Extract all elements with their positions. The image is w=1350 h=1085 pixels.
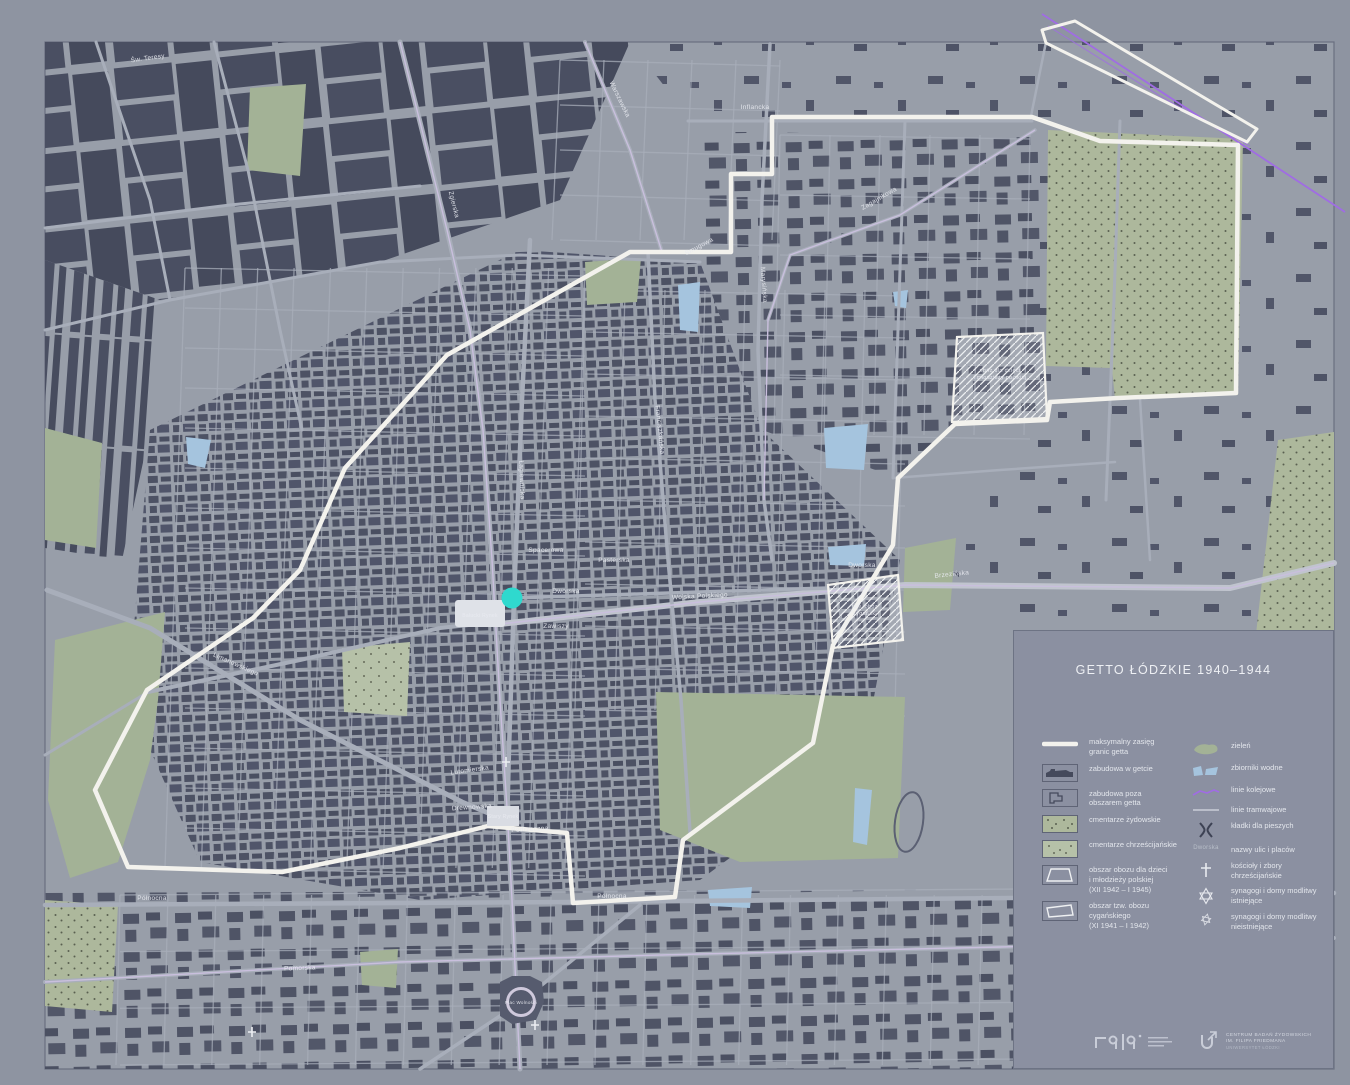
university-logo: CENTRUM BADAŃ ŻYDOWSKICH IM. FILIPA FRIE…: [1198, 1029, 1311, 1053]
svg-text:Północna: Północna: [137, 895, 167, 902]
map-poster: obóz dla dzieci i młodzieży polskiej tzw. …: [0, 0, 1350, 1085]
legend-item-street-names: Dworska nazwy ulic i placów: [1190, 845, 1332, 855]
legend-item-christian-cemeteries: cmentarze chrześcijańskie: [1042, 840, 1194, 858]
legend-item-ghetto-boundary: maksymalny zasięg granic getta: [1042, 737, 1194, 757]
railway-swatch: [1190, 785, 1222, 799]
svg-text:Pomorska: Pomorska: [284, 964, 316, 972]
svg-text:Pasterska: Pasterska: [598, 557, 630, 564]
legend-right-column: zieleń zbiorniki wodne linie kolejowe li…: [1190, 741, 1332, 932]
project-logo: [1092, 1029, 1176, 1055]
svg-text:Dworska: Dworska: [552, 588, 579, 595]
street-name-sample: Dworska: [1193, 845, 1219, 851]
svg-text:cygański: cygański: [853, 611, 877, 617]
christian-cemeteries-swatch: [1042, 840, 1080, 858]
water-swatch: [1190, 763, 1222, 779]
svg-text:Łagiewnicka: Łagiewnicka: [517, 460, 525, 499]
credit-line: UNIWERSYTET ŁÓDZKI: [1226, 1044, 1280, 1050]
legend-credits: CENTRUM BADAŃ ŻYDOWSKICH IM. FILIPA FRIE…: [1092, 1029, 1311, 1055]
svg-text:Plac Wolności: Plac Wolności: [505, 1000, 537, 1005]
svg-text:i młodzieży polskiej: i młodzieży polskiej: [973, 375, 1026, 381]
svg-text:obóz dla dzieci: obóz dla dzieci: [980, 368, 1021, 374]
svg-text:Bałucki Rynek: Bałucki Rynek: [462, 613, 498, 619]
star-of-david-icon: [1190, 886, 1222, 906]
legend-item-buildings-in-ghetto: zabudowa w getcie: [1042, 763, 1194, 782]
svg-text:Inflancka: Inflancka: [741, 104, 770, 111]
gypsy-camp-swatch: [1042, 901, 1080, 922]
church-cross-icon: [1190, 861, 1222, 879]
svg-text:Spacerowa: Spacerowa: [528, 547, 563, 554]
svg-text:Zawiszy: Zawiszy: [543, 623, 569, 630]
buildings-in-ghetto-swatch: [1042, 763, 1080, 782]
legend-item-buildings-outside: zabudowa poza obszarem getta: [1042, 788, 1194, 809]
tram-swatch: [1190, 805, 1222, 815]
legend-item-children-camp: obszar obozu dla dzieci i młodzieży pols…: [1042, 865, 1194, 894]
svg-text:Stary Rynek: Stary Rynek: [488, 814, 519, 820]
map-title: GETTO ŁÓDZKIE 1940–1944: [1075, 663, 1272, 677]
buildings-outside-swatch: [1042, 788, 1080, 807]
jewish-cemeteries-swatch: [1042, 815, 1080, 833]
legend-item-footbridges: kładki dla pieszych: [1190, 821, 1332, 839]
legend-item-churches: kościoły i zbory chrześcijańskie: [1190, 861, 1332, 881]
legend-item-synagogues-existing: synagogi i domy modlitwy istniejące: [1190, 886, 1332, 906]
boundary-line-swatch: [1042, 737, 1080, 751]
legend-item-railways: linie kolejowe: [1190, 785, 1332, 799]
legend-item-jewish-cemeteries: cmentarze żydowskie: [1042, 815, 1194, 833]
legend-panel: GETTO ŁÓDZKIE 1940–1944 maksymalny zasię…: [1013, 630, 1334, 1069]
legend-item-tram-lines: linie tramwajowe: [1190, 805, 1332, 815]
legend-item-greenery: zieleń: [1190, 741, 1332, 757]
star-of-david-small-icon: [1190, 912, 1222, 928]
credit-line: CENTRUM BADAŃ ŻYDOWSKICH: [1226, 1032, 1312, 1038]
children-camp-swatch: [1042, 865, 1080, 885]
click-marker[interactable]: [501, 587, 523, 609]
legend-item-water-bodies: zbiorniki wodne: [1190, 763, 1332, 779]
legend-item-synagogues-gone: synagogi i domy modlitwy nieistniejące: [1190, 912, 1332, 932]
svg-text:Północna: Północna: [597, 893, 627, 900]
greenery-swatch: [1190, 741, 1222, 757]
footbridge-icon: [1190, 821, 1222, 839]
svg-text:Dworska: Dworska: [848, 562, 875, 569]
legend-item-gypsy-camp: obszar tzw. obozu cygańskiego (XI 1941 –…: [1042, 901, 1194, 930]
credit-line: IM. FILIPA FRIEDMANA: [1226, 1038, 1286, 1044]
svg-text:tzw. obóz: tzw. obóz: [852, 604, 878, 610]
legend-left-column: maksymalny zasięg granic getta zabudowa …: [1042, 737, 1194, 931]
